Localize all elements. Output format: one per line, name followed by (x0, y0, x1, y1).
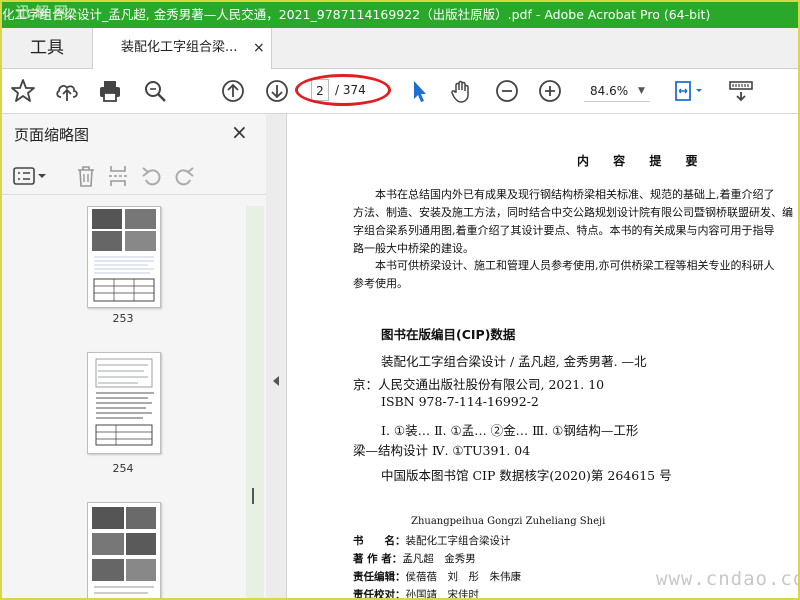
pinyin-title: Zhuangpeihua Gongzi Zuheliang Sheji (411, 516, 606, 527)
zoom-in-icon[interactable] (537, 78, 563, 104)
meta-value: 侯蓓蓓 刘 彤 朱伟康 (405, 571, 522, 583)
meta-key: 责任校对： (353, 589, 406, 598)
thumbnail-label: 253 (112, 312, 134, 325)
thumbnail-list: 253 254 (2, 206, 246, 598)
tab-document[interactable]: 装配化工字组合梁... × (92, 28, 272, 69)
rotate-left-icon[interactable] (140, 164, 164, 188)
cip-line: 梁—结构设计 Ⅳ. ①TU391. 04 (353, 443, 531, 458)
hand-tool-icon[interactable] (449, 78, 475, 104)
tab-document-label: 装配化工字组合梁... (121, 40, 238, 55)
page-thumbnails-panel: 页面缩略图 × 253 254 (2, 114, 267, 598)
panel-collapse-bar[interactable] (266, 114, 287, 598)
zoom-select[interactable]: 84.6% ▼ (584, 81, 650, 102)
cip-line: ISBN 978-7-114-16992-2 (381, 394, 539, 409)
meta-value: 孟凡超 金秀男 (402, 553, 476, 565)
page-down-icon[interactable] (264, 78, 290, 104)
panel-title: 页面缩略图 (14, 126, 90, 144)
thumbnail-page-253[interactable] (87, 206, 161, 308)
summary-line: 本书可供桥梁设计、施工和管理人员参考使用,亦可供桥梁工程等相关专业的科研人 (375, 259, 775, 272)
summary-line: 参考使用。 (353, 277, 408, 290)
meta-value: 孙国靖 宋佳时 (405, 589, 480, 598)
summary-line: 路一般大中桥梁的建设。 (353, 242, 474, 255)
meta-key: 著 作 者： (353, 553, 403, 565)
collapse-arrow-icon[interactable] (273, 376, 279, 386)
page-heading: 内 容 提 要 (577, 154, 708, 168)
delete-page-icon[interactable] (74, 164, 98, 188)
thumbnail-scrollbar[interactable] (246, 206, 264, 598)
tab-bar: 工具 装配化工字组合梁... × (2, 28, 798, 69)
document-page: 内 容 提 要 本书在总结国内外已有成果及现行钢结构桥梁相关标准、规范的基础上,… (287, 114, 798, 598)
print-icon[interactable] (97, 78, 123, 104)
thumbnail-label: 254 (112, 462, 134, 475)
extract-page-icon[interactable] (106, 164, 130, 188)
meta-row: 责任校对：孙国靖 宋佳时 (353, 587, 479, 598)
thumbnail-options-icon[interactable] (12, 164, 48, 188)
main-toolbar: 2 / 374 84.6% ▼ (2, 69, 798, 114)
zoom-value: 84.6% (590, 84, 629, 98)
summary-line: 本书在总结国内外已有成果及现行钢结构桥梁相关标准、规范的基础上,着重介绍了 (375, 188, 775, 201)
window-title: 化工字组合梁设计_孟凡超, 金秀男著—人民交通，2021_97871141699… (2, 7, 711, 22)
tab-tools[interactable]: 工具 (2, 28, 92, 68)
cip-line: 中国版本图书馆 CIP 数据核字(2020)第 264615 号 (381, 468, 672, 483)
thumbnail-page-254[interactable] (87, 352, 161, 454)
thumbnail-toolbar (2, 158, 266, 195)
cip-heading: 图书在版编目(CIP)数据 (381, 327, 516, 342)
zoom-out-icon[interactable] (494, 78, 520, 104)
summary-line: 字组合梁系列通用图,着重介绍了其设计要点、特点。本书的有关成果与内容可用于指导 (353, 224, 775, 237)
rotate-right-icon[interactable] (172, 164, 196, 188)
meta-value: 装配化工字组合梁设计 (405, 535, 511, 547)
close-panel-icon[interactable]: × (231, 120, 248, 144)
select-cursor-icon[interactable] (406, 78, 432, 104)
scrollbar-grip[interactable] (252, 488, 254, 504)
thumbnail-page-255[interactable] (87, 502, 161, 598)
watermark-bottom: www.cndao.com (656, 568, 798, 590)
zoom-search-icon[interactable] (142, 78, 168, 104)
app-window: 化工字组合梁设计_孟凡超, 金秀男著—人民交通，2021_97871141699… (0, 0, 800, 600)
cloud-upload-icon[interactable] (54, 78, 80, 104)
star-icon[interactable] (10, 78, 36, 104)
summary-line: 方法、制造、安装及施工方法，同时结合中交公路规划设计院有限公司暨钢桥联盟研发、编 (353, 206, 793, 219)
fit-page-icon[interactable] (672, 78, 708, 104)
cip-line: 京：人民交通出版社股份有限公司, 2021. 10 (353, 377, 605, 392)
close-tab-icon[interactable]: × (253, 28, 265, 68)
meta-row: 著 作 者：孟凡超 金秀男 (353, 551, 476, 566)
chevron-down-icon: ▼ (638, 86, 645, 96)
watermark-top: 迅 解 网 (16, 5, 68, 21)
meta-key: 书 名： (353, 535, 406, 547)
meta-row: 书 名：装配化工字组合梁设计 (353, 533, 511, 548)
more-tools-icon[interactable] (728, 78, 754, 104)
highlight-annotation (295, 74, 391, 106)
title-bar: 化工字组合梁设计_孟凡超, 金秀男著—人民交通，2021_97871141699… (2, 2, 798, 28)
cip-line: 装配化工字组合梁设计 / 孟凡超, 金秀男著. —北 (381, 354, 647, 369)
cip-line: Ⅰ. ①装… Ⅱ. ①孟… ②金… Ⅲ. ①钢结构—工形 (381, 423, 639, 438)
meta-row: 责任编辑：侯蓓蓓 刘 彤 朱伟康 (353, 569, 521, 584)
page-up-icon[interactable] (220, 78, 246, 104)
meta-key: 责任编辑： (353, 571, 406, 583)
